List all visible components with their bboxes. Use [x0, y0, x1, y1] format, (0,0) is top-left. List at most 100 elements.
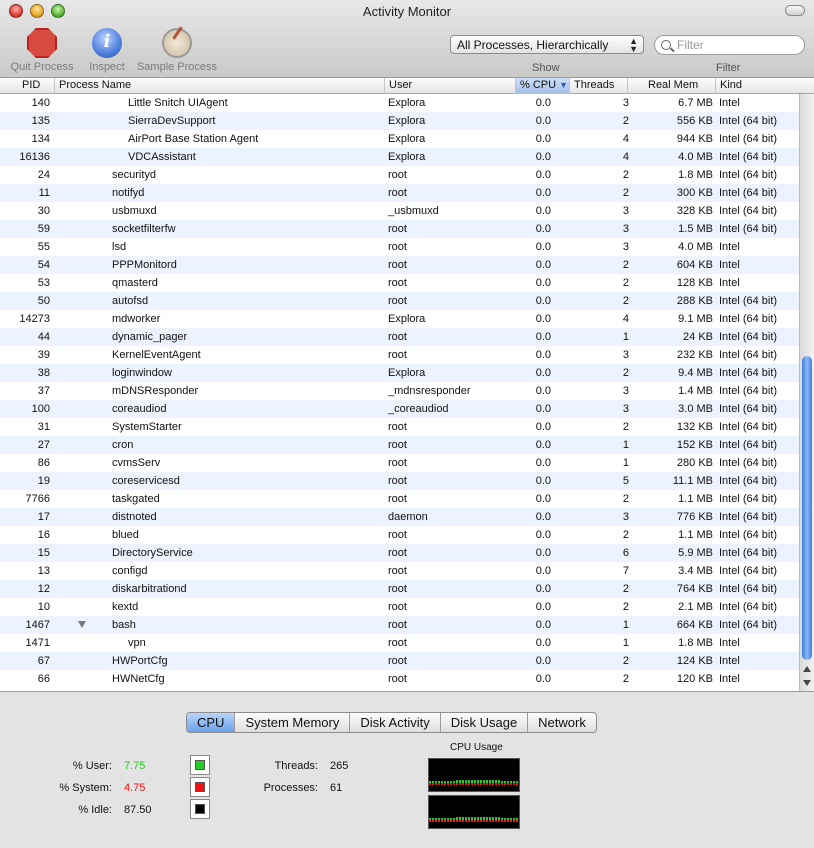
quit-process-button[interactable]: Quit Process: [8, 28, 76, 73]
tab-system-memory[interactable]: System Memory: [235, 713, 351, 732]
table-row[interactable]: 86 cvmsServ root 0.0 1 280 KB Intel (64 bit): [0, 454, 799, 472]
table-row[interactable]: 1471 vpn root 0.0 1 1.8 MB Intel: [0, 634, 799, 652]
cpu-usage-title: CPU Usage: [450, 742, 503, 753]
tab-disk-usage[interactable]: Disk Usage: [441, 713, 529, 732]
tab-disk-activity[interactable]: Disk Activity: [350, 713, 441, 732]
pid-cell: 31: [37, 421, 50, 433]
table-row[interactable]: 16136 VDCAssistant Explora 0.0 4 4.0 MB Intel …: [0, 148, 799, 166]
toolbar-toggle-button[interactable]: [785, 5, 805, 16]
process-name-cell: notifyd: [112, 187, 145, 199]
threads-cell: 4: [622, 133, 629, 145]
table-row[interactable]: 14273 mdworker Explora 0.0 4 9.1 MB Intel (64 …: [0, 310, 799, 328]
table-row[interactable]: 10 kextd root 0.0 2 2.1 MB Intel (64 bit): [0, 598, 799, 616]
table-row[interactable]: 16 blued root 0.0 2 1.1 MB Intel (64 bit): [0, 526, 799, 544]
system-color-swatch[interactable]: [190, 777, 210, 797]
threads-cell: 3: [622, 97, 629, 109]
threads-cell: 2: [622, 493, 629, 505]
table-row[interactable]: 44 dynamic_pager root 0.0 1 24 KB Intel (64 bi…: [0, 328, 799, 346]
show-processes-select[interactable]: All Processes, Hierarchically ▲ ▼: [450, 35, 644, 54]
table-row[interactable]: 37 mDNSResponder _mdnsresponder 0.0 3 1.4 MB I…: [0, 382, 799, 400]
table-row[interactable]: 13 configd root 0.0 7 3.4 MB Intel (64 bit): [0, 562, 799, 580]
table-row[interactable]: 11 notifyd root 0.0 2 300 KB Intel (64 bit): [0, 184, 799, 202]
scroll-up-arrow-icon[interactable]: [803, 666, 811, 672]
table-row[interactable]: 24 securityd root 0.0 2 1.8 MB Intel (64 bit): [0, 166, 799, 184]
table-row[interactable]: 135 SierraDevSupport Explora 0.0 2 556 KB Inte…: [0, 112, 799, 130]
kind-cell: Intel: [719, 277, 740, 289]
vertical-scrollbar[interactable]: [799, 94, 814, 691]
column-header-threads[interactable]: Threads: [570, 78, 628, 94]
graph-system-bar: [474, 783, 476, 785]
scroll-down-arrow-icon[interactable]: [803, 680, 811, 686]
idle-color-swatch[interactable]: [190, 799, 210, 819]
column-header-real-mem[interactable]: Real Mem: [628, 78, 716, 94]
table-row[interactable]: 17 distnoted daemon 0.0 3 776 KB Intel (64 bit…: [0, 508, 799, 526]
tab-network[interactable]: Network: [528, 713, 596, 732]
table-row[interactable]: 12 diskarbitrationd root 0.0 2 764 KB Intel (6…: [0, 580, 799, 598]
show-label: Show: [532, 62, 560, 74]
table-row[interactable]: 140 Little Snitch UIAgent Explora 0.0 3 6.7 M…: [0, 94, 799, 112]
real-mem-cell: 152 KB: [676, 439, 713, 451]
threads-cell: 2: [622, 601, 629, 613]
table-row[interactable]: 54 PPPMonitord root 0.0 2 604 KB Intel: [0, 256, 799, 274]
table-row[interactable]: 1467 bash root 0.0 1 664 KB Intel (64 bit): [0, 616, 799, 634]
graph-user-bar: [474, 817, 476, 820]
table-row[interactable]: 66 HWNetCfg root 0.0 2 120 KB Intel: [0, 670, 799, 688]
filter-search-field[interactable]: Filter: [654, 35, 805, 55]
table-row[interactable]: 53 qmasterd root 0.0 2 128 KB Intel: [0, 274, 799, 292]
column-header-cpu[interactable]: % CPU ▼: [516, 78, 570, 94]
table-row[interactable]: 15 DirectoryService root 0.0 6 5.9 MB Intel (6…: [0, 544, 799, 562]
user-cell: root: [388, 439, 407, 451]
table-row[interactable]: 7766 taskgated root 0.0 2 1.1 MB Intel (64 bit…: [0, 490, 799, 508]
column-header-kind[interactable]: Kind: [716, 78, 814, 94]
user-cell: root: [388, 349, 407, 361]
table-row[interactable]: 30 usbmuxd _usbmuxd 0.0 3 328 KB Intel (64 bit…: [0, 202, 799, 220]
table-row[interactable]: 55 lsd root 0.0 3 4.0 MB Intel: [0, 238, 799, 256]
cpu-cell: 0.0: [535, 187, 551, 199]
table-row[interactable]: 27 cron root 0.0 1 152 KB Intel (64 bit): [0, 436, 799, 454]
column-header-process-name[interactable]: Process Name: [55, 78, 385, 94]
threads-cell: 3: [622, 223, 629, 235]
info-icon: i: [92, 28, 122, 58]
table-row[interactable]: 38 loginwindow Explora 0.0 2 9.4 MB Intel (64 …: [0, 364, 799, 382]
table-row[interactable]: 31 SystemStarter root 0.0 2 132 KB Intel (64 b…: [0, 418, 799, 436]
graph-system-bar: [501, 783, 503, 785]
table-row[interactable]: 67 HWPortCfg root 0.0 2 124 KB Intel: [0, 652, 799, 670]
graph-system-bar: [462, 783, 464, 785]
table-row[interactable]: 100 coreaudiod _coreaudiod 0.0 3 3.0 MB Intel …: [0, 400, 799, 418]
table-row[interactable]: 50 autofsd root 0.0 2 288 KB Intel (64 bit): [0, 292, 799, 310]
user-cell: root: [388, 637, 407, 649]
pid-cell: 1467: [25, 619, 50, 631]
tab-cpu[interactable]: CPU: [187, 713, 236, 732]
sample-process-button[interactable]: Sample Process: [134, 28, 220, 73]
kind-cell: Intel (64 bit): [719, 331, 778, 343]
column-header-user[interactable]: User: [385, 78, 516, 94]
graph-system-bar: [513, 783, 515, 785]
cpu-cell: 0.0: [535, 655, 551, 667]
user-cell: Explora: [388, 151, 426, 163]
table-row[interactable]: 59 socketfilterfw root 0.0 3 1.5 MB Intel (64 …: [0, 220, 799, 238]
pid-cell: 12: [37, 583, 50, 595]
graph-system-bar: [441, 820, 443, 822]
table-row[interactable]: 39 KernelEventAgent root 0.0 3 232 KB Intel (6…: [0, 346, 799, 364]
graph-user-bar: [459, 817, 461, 820]
kind-cell: Intel (64 bit): [719, 457, 778, 469]
table-row[interactable]: 134 AirPort Base Station Agent Explora 0.0 4…: [0, 130, 799, 148]
cpu-cell: 0.0: [535, 403, 551, 415]
graph-system-bar: [501, 820, 503, 822]
system-color-chip: [195, 782, 205, 792]
cpu-cell: 0.0: [535, 421, 551, 433]
process-name-cell: mdworker: [112, 313, 161, 325]
pid-cell: 67: [37, 655, 50, 667]
cpu-usage-graph-core-2: [428, 795, 520, 829]
table-row[interactable]: 19 coreservicesd root 0.0 5 11.1 MB Intel (64 …: [0, 472, 799, 490]
user-color-swatch[interactable]: [190, 755, 210, 775]
pid-cell: 86: [37, 457, 50, 469]
scrollbar-thumb[interactable]: [802, 356, 812, 660]
threads-cell: 1: [622, 457, 629, 469]
column-header-pid[interactable]: PID: [0, 78, 55, 94]
disclosure-triangle-icon[interactable]: [78, 621, 86, 628]
kind-cell: Intel (64 bit): [719, 133, 778, 145]
real-mem-cell: 4.0 MB: [678, 241, 713, 253]
pid-cell: 50: [37, 295, 50, 307]
inspect-button[interactable]: i Inspect: [84, 28, 130, 73]
